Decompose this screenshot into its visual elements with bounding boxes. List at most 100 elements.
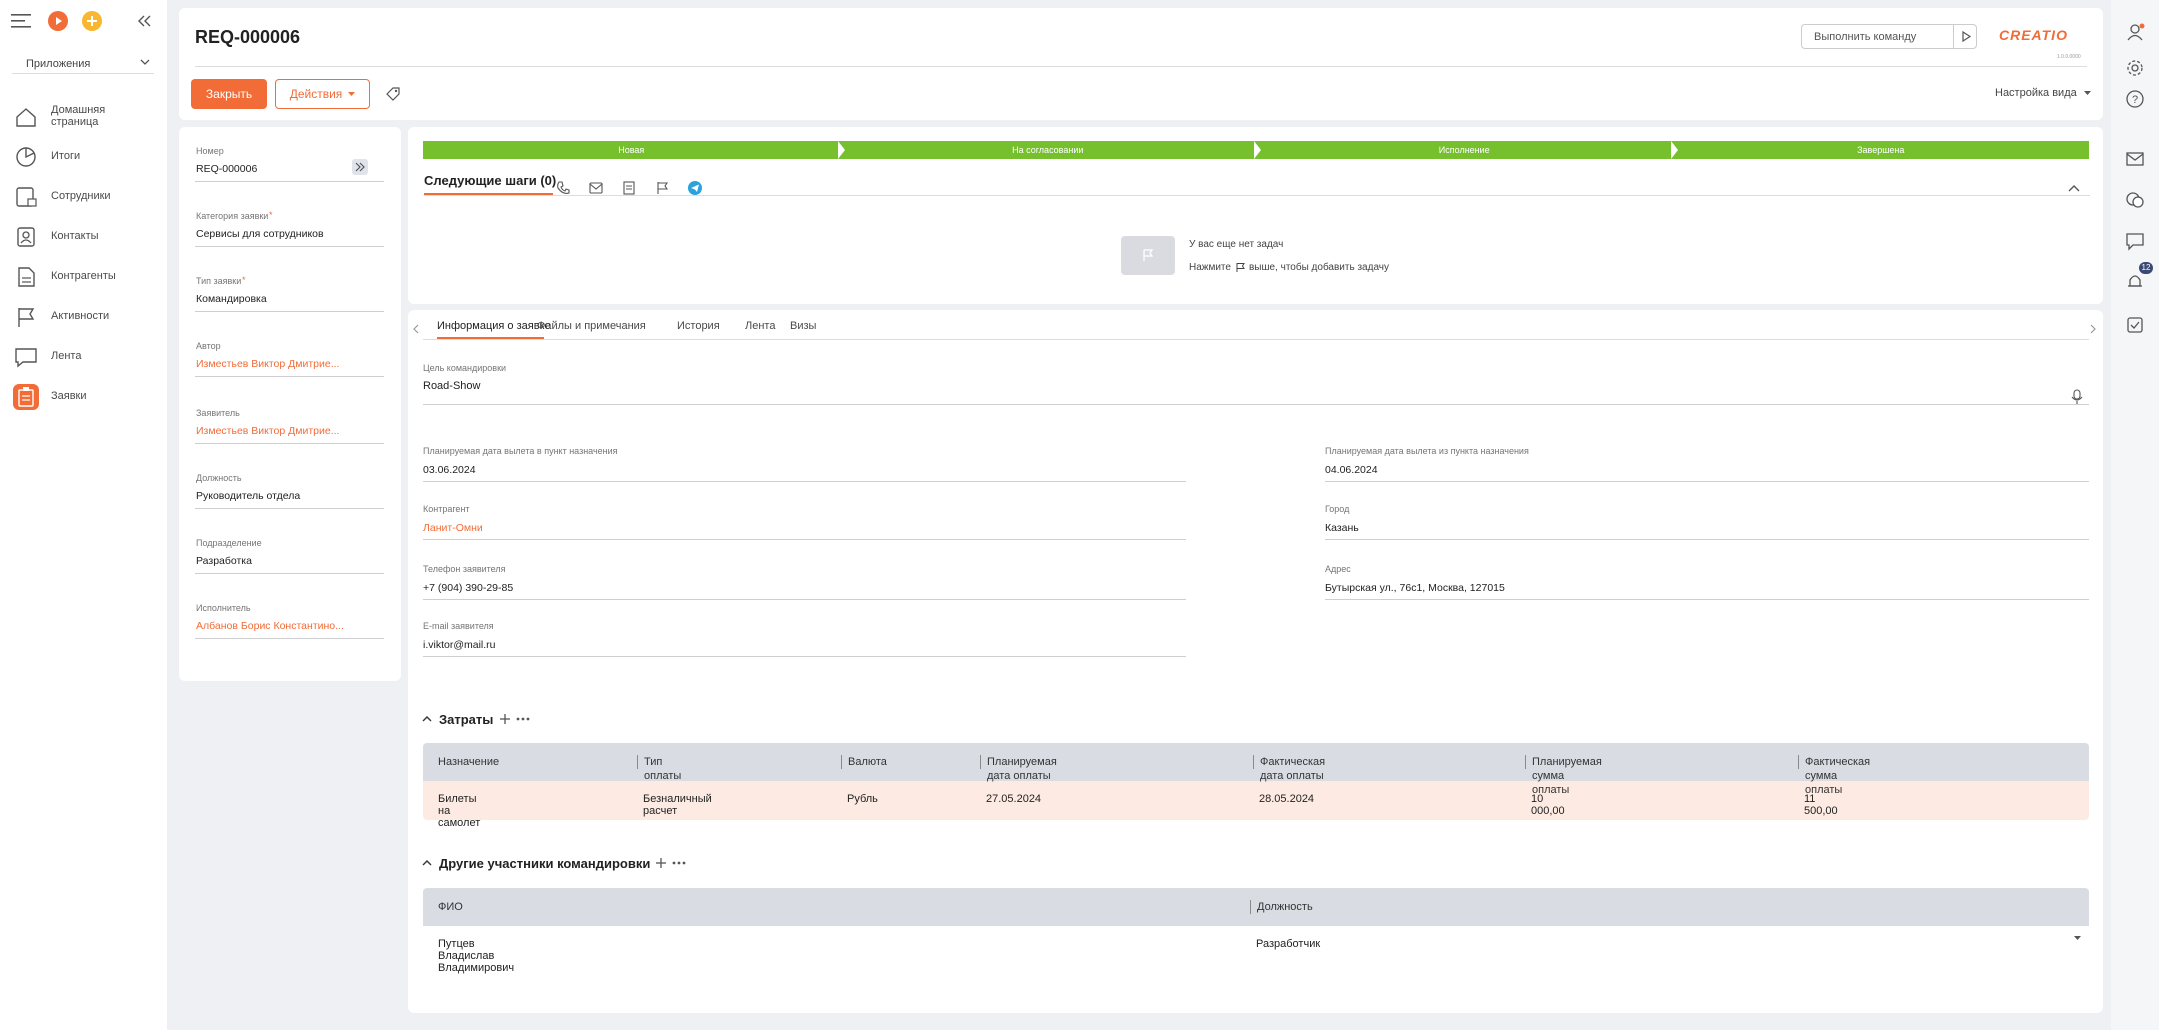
- view-settings-label: Настройка вида: [1995, 87, 2077, 99]
- profile-field-value[interactable]: REQ-000006: [196, 163, 257, 175]
- stage-2[interactable]: Исполнение: [1256, 141, 1673, 159]
- column-header[interactable]: Фактическая сумма оплаты: [1798, 755, 1870, 796]
- stage-1[interactable]: На согласовании: [839, 141, 1256, 159]
- actions-label: Действия: [289, 87, 343, 101]
- collapse-nav-icon[interactable]: [136, 14, 152, 28]
- detail-label: Планируемая дата вылета в пункт назначен…: [423, 446, 618, 456]
- nav-item-totals[interactable]: Итоги: [0, 136, 167, 176]
- profile-field-value[interactable]: Сервисы для сотрудников: [196, 228, 324, 240]
- telegram-icon[interactable]: [687, 180, 703, 196]
- table-cell: 10 000,00: [1531, 793, 1565, 817]
- bell-icon[interactable]: [2125, 271, 2145, 291]
- tab-4[interactable]: Визы: [790, 320, 816, 332]
- run-command-icon[interactable]: [1953, 25, 1977, 48]
- profile-field-value[interactable]: Албанов Борис Константино...: [196, 620, 344, 632]
- participants-more-icon[interactable]: [672, 861, 686, 865]
- participants-collapse-icon[interactable]: [422, 859, 432, 867]
- version-label: 1.0.0.0000: [2057, 54, 2081, 60]
- profile-field-underline: [195, 246, 384, 247]
- purpose-value[interactable]: Road-Show: [423, 380, 480, 392]
- detail-value[interactable]: Казань: [1325, 522, 1359, 534]
- tasks-icon[interactable]: [2125, 315, 2145, 335]
- nav-item-activities[interactable]: Активности: [0, 296, 167, 336]
- purpose-label: Цель командировки: [423, 363, 507, 373]
- close-button[interactable]: Закрыть: [191, 79, 267, 109]
- column-header[interactable]: Планируемая дата оплаты: [980, 755, 1057, 782]
- column-header[interactable]: ФИО: [432, 900, 463, 914]
- expand-profile-icon[interactable]: [352, 159, 368, 175]
- collapse-chevron-icon[interactable]: [2068, 183, 2080, 193]
- stage-3[interactable]: Завершена: [1672, 141, 2089, 159]
- messages-icon[interactable]: [2125, 190, 2145, 210]
- detail-value[interactable]: 03.06.2024: [423, 464, 476, 476]
- participants-add-icon[interactable]: [655, 857, 667, 869]
- tab-bar: Информация о заявке Файлы и примечания Ист…: [408, 310, 2103, 340]
- expenses-table: Назначение Тип оплаты Валюта Планируемая да…: [423, 743, 2089, 829]
- settings-icon[interactable]: [2125, 58, 2145, 78]
- profile-icon[interactable]: [2125, 22, 2145, 42]
- left-navigation: Приложения Домашняя страница Итоги Сотру…: [0, 0, 167, 1030]
- email-icon[interactable]: [588, 180, 604, 196]
- column-header[interactable]: Тип оплаты: [637, 755, 681, 782]
- expenses-more-icon[interactable]: [516, 717, 530, 721]
- command-input[interactable]: Выполнить команду: [1801, 24, 1977, 49]
- profile-field-value[interactable]: Изместьев Виктор Дмитрие...: [196, 358, 339, 370]
- mail-icon[interactable]: [2125, 149, 2145, 169]
- note-icon[interactable]: [621, 180, 637, 196]
- row-menu-caret-icon[interactable]: [2074, 936, 2081, 941]
- expenses-add-icon[interactable]: [499, 713, 511, 725]
- profile-field-value[interactable]: Разработка: [196, 555, 252, 567]
- profile-field-underline: [195, 376, 384, 377]
- column-header[interactable]: Должность: [1250, 900, 1313, 914]
- view-settings-button[interactable]: Настройка вида: [1995, 87, 2091, 99]
- table-cell: Безналичный расчет: [643, 793, 712, 817]
- column-header[interactable]: Планируемая сумма оплаты: [1525, 755, 1602, 796]
- pie-chart-icon: [13, 144, 39, 170]
- expenses-collapse-icon[interactable]: [422, 715, 432, 723]
- table-cell: Рубль: [847, 793, 878, 805]
- play-icon[interactable]: [48, 11, 68, 31]
- column-header[interactable]: Валюта: [841, 755, 887, 769]
- nav-item-contacts[interactable]: Контакты: [0, 216, 167, 256]
- chat-icon: [13, 344, 39, 370]
- flag-icon: [13, 304, 39, 330]
- stage-0[interactable]: Новая: [423, 141, 840, 159]
- microphone-icon[interactable]: [2071, 389, 2083, 405]
- add-icon[interactable]: [82, 11, 102, 31]
- help-icon[interactable]: ?: [2125, 89, 2145, 109]
- detail-underline: [1325, 539, 2089, 540]
- nav-item-feed[interactable]: Лента: [0, 336, 167, 376]
- comment-icon[interactable]: [2125, 231, 2145, 251]
- detail-value[interactable]: Бутырская ул., 76с1, Москва, 127015: [1325, 582, 1505, 594]
- detail-value[interactable]: i.viktor@mail.ru: [423, 639, 496, 651]
- column-header[interactable]: Фактическая дата оплаты: [1253, 755, 1325, 782]
- tab-3[interactable]: Лента: [745, 320, 775, 332]
- home-icon: [13, 104, 39, 130]
- tab-0[interactable]: Информация о заявке: [437, 320, 551, 332]
- detail-value[interactable]: 04.06.2024: [1325, 464, 1378, 476]
- tab-1[interactable]: Файлы и примечания: [537, 320, 646, 332]
- tab-2[interactable]: История: [677, 320, 720, 332]
- nav-item-employees[interactable]: Сотрудники: [0, 176, 167, 216]
- call-icon[interactable]: [555, 180, 571, 196]
- profile-field-value[interactable]: Руководитель отдела: [196, 490, 300, 502]
- hamburger-icon[interactable]: [11, 13, 33, 29]
- next-steps-panel: Новая На согласовании Исполнение Завершена …: [408, 127, 2103, 304]
- tag-icon[interactable]: [385, 86, 401, 102]
- apps-dropdown[interactable]: Приложения: [12, 54, 154, 74]
- task-flag-icon[interactable]: [654, 180, 670, 196]
- nav-label-requests: Заявки: [51, 390, 87, 402]
- column-header[interactable]: Назначение: [432, 755, 499, 769]
- detail-value[interactable]: Ланит-Омни: [423, 522, 483, 534]
- actions-button[interactable]: Действия: [275, 79, 370, 109]
- nav-item-requests[interactable]: Заявки: [0, 376, 167, 416]
- next-steps-title[interactable]: Следующие шаги (0): [424, 173, 556, 188]
- nav-item-home[interactable]: Домашняя страница: [0, 96, 167, 136]
- profile-field-value[interactable]: Командировка: [196, 293, 267, 305]
- nav-item-accounts[interactable]: Контрагенты: [0, 256, 167, 296]
- profile-field-value[interactable]: Изместьев Виктор Дмитрие...: [196, 425, 339, 437]
- detail-value[interactable]: +7 (904) 390-29-85: [423, 582, 513, 594]
- nav-label-accounts: Контрагенты: [51, 270, 116, 282]
- profile-field-label: Автор: [196, 341, 221, 351]
- detail-underline: [423, 481, 1186, 482]
